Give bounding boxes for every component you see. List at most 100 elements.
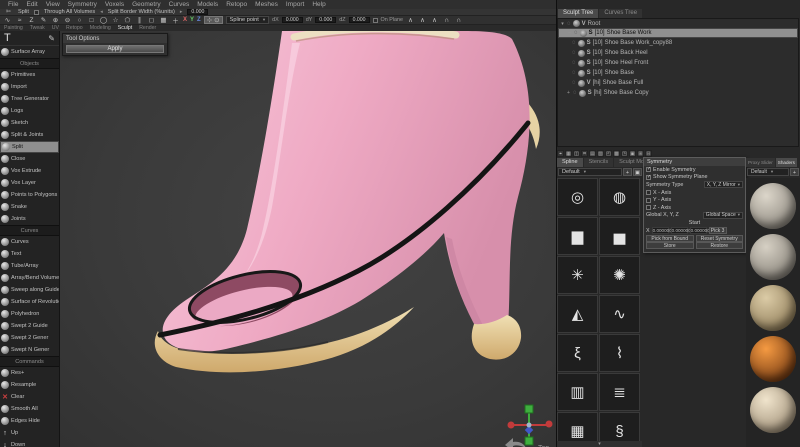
sidebar-item-polyhedron[interactable]: Polyhedron: [0, 308, 59, 320]
sidebar-item-vox-layer[interactable]: Vox Layer: [0, 177, 59, 189]
pick-from-bound-box-button[interactable]: Pick from Bound Box: [646, 235, 694, 242]
stencil-icon[interactable]: ◫: [573, 150, 580, 157]
spline-thumb-disc-stack[interactable]: ≣: [599, 373, 640, 411]
viewport-3d[interactable]: Top: [60, 31, 556, 447]
arc-profile-2-icon[interactable]: ∧: [418, 16, 427, 24]
spline-thumb-stump[interactable]: ▆: [557, 217, 598, 255]
arc-profile-1-icon[interactable]: ∧: [406, 16, 415, 24]
menu-geometry[interactable]: Geometry: [132, 0, 161, 9]
axis-z-toggle[interactable]: Z: [197, 17, 201, 23]
sidebar-item-snake[interactable]: Snake: [0, 201, 59, 213]
tree-row[interactable]: ◌ S [10] Shoe Heel Front: [558, 58, 798, 68]
spline-thumb-twist-ribbon[interactable]: §: [599, 412, 640, 441]
menu-edit[interactable]: Edit: [26, 0, 37, 9]
mesh-icon[interactable]: ▩: [613, 150, 620, 157]
on-plane-checkbox[interactable]: [373, 18, 378, 23]
ghost-icon[interactable]: ◌: [572, 50, 576, 56]
pick-icon[interactable]: ⌖: [557, 150, 564, 157]
sidebar-item-close[interactable]: Close: [0, 153, 59, 165]
square-shape-icon[interactable]: □: [87, 17, 96, 24]
point-mode-select[interactable]: Spline point▾: [226, 16, 270, 24]
spline-thumb-spiral-rope[interactable]: ∿: [599, 295, 640, 333]
coord-x-field[interactable]: 0.000000: [652, 227, 669, 234]
store-button[interactable]: Store: [646, 242, 694, 249]
spline-thumb-dotted-cylinder[interactable]: ▥: [557, 373, 598, 411]
hatch-icon[interactable]: ⌗: [581, 150, 588, 157]
ghost-icon[interactable]: ◌: [573, 90, 577, 96]
circle-shape-icon[interactable]: ○: [75, 17, 84, 24]
ellipse-shape-icon[interactable]: ◯: [99, 16, 108, 24]
sidebar-item-text[interactable]: Text: [0, 248, 59, 260]
shader-cream[interactable]: [750, 387, 796, 433]
pencil-icon[interactable]: ✎: [48, 34, 55, 43]
split-border-width-field[interactable]: 0.000: [187, 9, 208, 15]
tab-spline[interactable]: Spline: [557, 158, 583, 167]
eye-icon[interactable]: [578, 60, 585, 67]
sidebar-item-curves[interactable]: Curves: [0, 236, 59, 248]
zigzag-stroke-icon[interactable]: Z: [27, 17, 36, 24]
spline-thumb-spike-cone[interactable]: ◭: [557, 295, 598, 333]
shader-copper[interactable]: [750, 336, 796, 382]
sidebar-item-resample[interactable]: Resample: [0, 379, 59, 391]
pen-icon[interactable]: ✎: [39, 16, 48, 24]
eye-icon[interactable]: [578, 40, 585, 47]
stencil-grid-icon[interactable]: ▦: [159, 16, 168, 24]
restore-button[interactable]: Restore: [696, 242, 744, 249]
menu-file[interactable]: File: [8, 0, 18, 9]
diag-icon[interactable]: ▧: [597, 150, 604, 157]
enable-symmetry-row[interactable]: Enable Symmetry: [644, 166, 745, 174]
axis-x-toggle[interactable]: X: [183, 17, 187, 23]
symmetry-type-select[interactable]: X, Y, Z Mirror▾: [704, 181, 743, 188]
shader-preset-select[interactable]: Default▾: [747, 168, 789, 176]
axis-gizmo[interactable]: Top: [505, 405, 553, 447]
sidebar-item-surface-array[interactable]: Surface Array: [0, 46, 59, 58]
sidebar-item-points-to-polygons[interactable]: Points to Polygons: [0, 189, 59, 201]
sidebar-item-down[interactable]: ↓Down: [0, 439, 59, 447]
tree-row[interactable]: − ◌ S [10] Shoe Base Work: [558, 28, 798, 38]
stepper-right-icon[interactable]: ▸: [180, 9, 183, 15]
tab-curves-tree[interactable]: Curves Tree: [599, 9, 642, 18]
global-space-select[interactable]: Global Space▾: [703, 212, 743, 219]
ghost-icon[interactable]: ◌: [572, 60, 576, 66]
menu-symmetry[interactable]: Symmetry: [68, 0, 97, 9]
sidebar-item-sketch[interactable]: Sketch: [0, 117, 59, 129]
x-axis-row[interactable]: X - Axis: [644, 189, 745, 197]
tree-row[interactable]: ◌ S [10] Shoe Back Heel: [558, 48, 798, 58]
reset-symmetry-button[interactable]: Reset Symmetry: [696, 235, 744, 242]
tree-row[interactable]: ◌ S [10] Shoe Base: [558, 68, 798, 78]
ghost-icon[interactable]: ◌: [572, 40, 576, 46]
coord-z-field[interactable]: 0.000000: [690, 227, 707, 234]
sidebar-item-tree-generator[interactable]: Tree Generator: [0, 93, 59, 105]
dy-field[interactable]: 0.000: [315, 17, 336, 23]
sidebar-item-up[interactable]: ↑Up: [0, 427, 59, 439]
spline-thumb-dotted-sphere[interactable]: ◍: [599, 178, 640, 216]
menu-curves[interactable]: Curves: [169, 0, 190, 9]
stepper-left-icon[interactable]: ◂: [100, 9, 103, 15]
tab-proxy-slider[interactable]: Proxy Slider: [746, 158, 775, 167]
spline-thumb-rope-coil[interactable]: ξ: [557, 334, 598, 372]
collapse-icon[interactable]: −: [567, 30, 572, 36]
spline-preset-select[interactable]: Default▾: [558, 168, 622, 176]
sidebar-item-edges-hide[interactable]: Edges Hide: [0, 415, 59, 427]
eye-icon[interactable]: [578, 50, 585, 57]
z-axis-row[interactable]: Z - Axis: [644, 204, 745, 212]
tree-row[interactable]: + ◌ S [hi] Shoe Base Copy: [558, 88, 798, 98]
sidebar-item-swept-2-gener[interactable]: Swept 2 Gener: [0, 332, 59, 344]
spline-thumb-spiky-ball[interactable]: ✳: [557, 256, 598, 294]
z-axis-checkbox[interactable]: [646, 205, 651, 210]
collapse-caret-icon[interactable]: ▾: [560, 21, 565, 27]
show-plane-checkbox[interactable]: [646, 175, 651, 180]
menu-models[interactable]: Models: [197, 0, 218, 9]
menu-meshes[interactable]: Meshes: [255, 0, 278, 9]
tree-row[interactable]: ◌ V [hi] Shoe Base Full: [558, 78, 798, 88]
subtract-circle-icon[interactable]: ⊖: [63, 16, 72, 24]
pick-3-button[interactable]: Pick 3: [709, 227, 727, 234]
ghost-icon[interactable]: ◌: [572, 70, 576, 76]
filled-icon[interactable]: ▣: [629, 150, 636, 157]
arc-profile-4-icon[interactable]: ∩: [442, 17, 451, 24]
tree-root-row[interactable]: ▾ ◌ V Root: [558, 19, 798, 28]
sidebar-item-surface-revolution[interactable]: Surface of Revolution: [0, 296, 59, 308]
gizmo-x-handle[interactable]: [508, 422, 515, 429]
gizmo-y-handle-2[interactable]: [525, 437, 533, 445]
x-axis-checkbox[interactable]: [646, 190, 651, 195]
